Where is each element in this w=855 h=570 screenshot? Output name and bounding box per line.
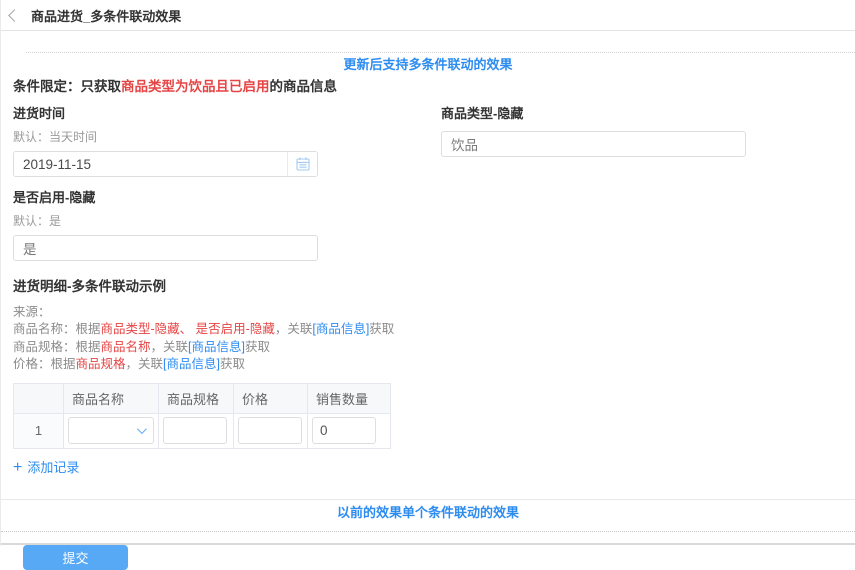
submit-button[interactable]: 提交 bbox=[23, 545, 128, 570]
rule-mid: ，关联 bbox=[151, 340, 189, 354]
rule-link: [商品信息] bbox=[188, 340, 245, 354]
previous-effect-banner: 以前的效果单个条件联动的效果 bbox=[13, 504, 843, 522]
product-spec-cell bbox=[159, 413, 234, 448]
enabled-label: 是否启用-隐藏 bbox=[13, 190, 843, 206]
col-header-index bbox=[14, 383, 64, 413]
rule-prefix: 价格：根据 bbox=[13, 357, 76, 371]
rule-prefix: 商品名称：根据 bbox=[13, 322, 101, 336]
table-header-row: 商品名称 商品规格 价格 销售数量 bbox=[14, 383, 391, 413]
detail-table: 商品名称 商品规格 价格 销售数量 1 bbox=[13, 383, 391, 449]
price-input[interactable] bbox=[238, 417, 302, 444]
condition-prefix: 条件限定：只获取 bbox=[13, 79, 121, 94]
row-index: 1 bbox=[14, 413, 64, 448]
condition-note: 条件限定：只获取商品类型为饮品且已启用的商品信息 bbox=[13, 78, 843, 96]
condition-suffix: 的商品信息 bbox=[270, 79, 338, 94]
purchase-time-input[interactable] bbox=[14, 152, 287, 176]
rule-mid: ，关联 bbox=[126, 357, 164, 371]
calendar-button[interactable] bbox=[287, 152, 317, 176]
rule-prefix: 商品规格：根据 bbox=[13, 340, 101, 354]
footer-divider bbox=[1, 543, 855, 545]
purchase-time-input-group bbox=[13, 151, 318, 177]
product-name-cell bbox=[64, 413, 159, 448]
rule-red: 商品规格 bbox=[76, 357, 126, 371]
rule-link: [商品信息] bbox=[312, 322, 369, 336]
back-icon[interactable] bbox=[8, 9, 21, 22]
detail-section-title: 进货明细-多条件联动示例 bbox=[13, 278, 843, 295]
table-row: 1 bbox=[14, 413, 391, 448]
rule-red: 商品名称 bbox=[101, 340, 151, 354]
rule-link: [商品信息] bbox=[163, 357, 220, 371]
condition-highlight: 商品类型为饮品且已启用 bbox=[121, 79, 270, 94]
quantity-input[interactable] bbox=[312, 417, 376, 444]
page-title: 商品进货_多条件联动效果 bbox=[31, 6, 181, 25]
source-rule-spec: 商品规格：根据商品名称，关联[商品信息]获取 bbox=[13, 339, 843, 357]
separator-top bbox=[26, 52, 855, 53]
enabled-hint: 默认：是 bbox=[13, 214, 843, 228]
product-type-input[interactable] bbox=[441, 131, 746, 157]
col-header-price: 价格 bbox=[234, 383, 308, 413]
source-rule-name: 商品名称：根据商品类型-隐藏、 是否启用-隐藏，关联[商品信息]获取 bbox=[13, 321, 843, 339]
price-cell bbox=[234, 413, 308, 448]
rule-suffix: 获取 bbox=[245, 340, 270, 354]
quantity-cell bbox=[308, 413, 391, 448]
add-record-label: 添加记录 bbox=[27, 459, 79, 477]
enabled-input[interactable] bbox=[13, 235, 318, 261]
add-record-button[interactable]: + 添加记录 bbox=[13, 459, 79, 477]
product-spec-input[interactable] bbox=[163, 417, 227, 444]
top-bar: 商品进货_多条件联动效果 bbox=[1, 0, 855, 31]
enabled-field: 是否启用-隐藏 默认：是 bbox=[13, 190, 843, 261]
plus-icon: + bbox=[13, 460, 22, 476]
product-type-label: 商品类型-隐藏 bbox=[441, 106, 746, 122]
rule-suffix: 获取 bbox=[220, 357, 245, 371]
chevron-down-icon bbox=[137, 424, 147, 434]
source-label: 来源： bbox=[13, 304, 843, 321]
form-content: 更新后支持多条件联动的效果 条件限定：只获取商品类型为饮品且已启用的商品信息 进… bbox=[1, 52, 855, 570]
rule-suffix: 获取 bbox=[369, 322, 394, 336]
rule-mid: ，关联 bbox=[275, 322, 313, 336]
col-header-product-name: 商品名称 bbox=[64, 383, 159, 413]
calendar-icon bbox=[295, 156, 311, 172]
col-header-product-spec: 商品规格 bbox=[159, 383, 234, 413]
separator-dotted bbox=[1, 531, 855, 532]
fields-row: 进货时间 默认：当天时间 商品类型-隐藏 bbox=[13, 106, 843, 177]
separator-solid bbox=[1, 499, 855, 500]
source-rule-price: 价格：根据商品规格，关联[商品信息]获取 bbox=[13, 356, 843, 374]
product-type-field: 商品类型-隐藏 bbox=[441, 106, 746, 157]
product-name-select[interactable] bbox=[68, 417, 154, 444]
update-banner: 更新后支持多条件联动的效果 bbox=[13, 56, 843, 74]
rule-red: 商品类型-隐藏、 是否启用-隐藏 bbox=[101, 322, 275, 336]
col-header-quantity: 销售数量 bbox=[308, 383, 391, 413]
